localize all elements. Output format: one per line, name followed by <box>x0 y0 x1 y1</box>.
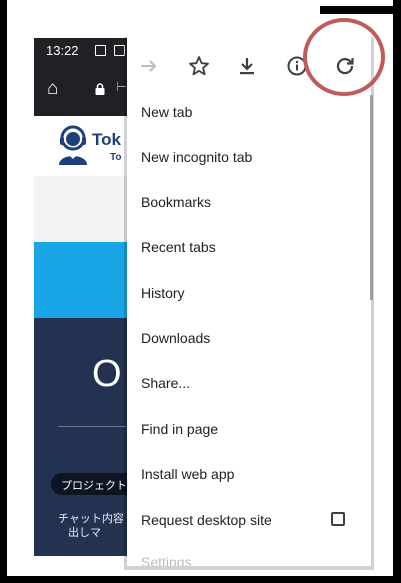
menu-item-history[interactable]: History <box>141 285 185 301</box>
menu-item-new-incognito-tab[interactable]: New incognito tab <box>141 149 252 165</box>
menu-item-install-web-app[interactable]: Install web app <box>141 466 234 482</box>
home-icon[interactable]: ⌂ <box>47 79 58 98</box>
project-tag-label: プロジェクト: <box>61 480 130 492</box>
blue-banner <box>34 242 130 318</box>
project-tag: プロジェクト: <box>51 473 130 495</box>
content-blank-area <box>34 176 130 242</box>
site-header: Tok To <box>34 116 130 176</box>
frame-border-top <box>320 6 393 14</box>
frame-border-right <box>393 0 401 583</box>
support-agent-logo-icon <box>59 125 87 165</box>
phone-screen: 13:22 ⌂ ⊢ Tok To O プロジェクト: チャット内容 出しマ <box>34 38 130 556</box>
status-bar: 13:22 <box>34 38 130 64</box>
menu-item-request-desktop-site[interactable]: Request desktop site <box>141 512 272 528</box>
menu-item-find-in-page[interactable]: Find in page <box>141 421 218 437</box>
star-icon[interactable] <box>187 54 211 78</box>
image-notification-icon <box>95 45 106 56</box>
frame-border-left <box>0 0 7 583</box>
refresh-highlight-circle <box>303 18 385 96</box>
menu-item-downloads[interactable]: Downloads <box>141 330 210 346</box>
status-time: 13:22 <box>46 43 79 58</box>
menu-item-recent-tabs[interactable]: Recent tabs <box>141 239 216 255</box>
download-icon[interactable] <box>235 54 259 78</box>
menu-item-share[interactable]: Share... <box>141 375 190 391</box>
menu-item-bookmarks[interactable]: Bookmarks <box>141 194 211 210</box>
request-desktop-site-checkbox[interactable] <box>331 512 345 526</box>
menu-item-settings[interactable]: Settings <box>141 554 192 566</box>
lock-icon <box>95 83 105 95</box>
browser-url-bar: ⌂ ⊢ <box>34 64 130 116</box>
forward-icon[interactable] <box>137 54 161 78</box>
hero-description-line2: 出しマ <box>68 527 101 539</box>
hero-heading: O <box>92 353 122 395</box>
site-brand-name: Tok <box>92 130 121 149</box>
menu-scrollbar[interactable] <box>370 95 373 300</box>
browser-overflow-menu: New tab New incognito tab Bookmarks Rece… <box>127 34 371 566</box>
menu-item-new-tab[interactable]: New tab <box>141 104 192 120</box>
hero-section: O プロジェクト: チャット内容 出しマ <box>34 318 130 556</box>
hero-divider <box>58 426 130 427</box>
frame-border-bottom <box>0 576 401 583</box>
site-brand-subtitle: To <box>110 152 122 163</box>
